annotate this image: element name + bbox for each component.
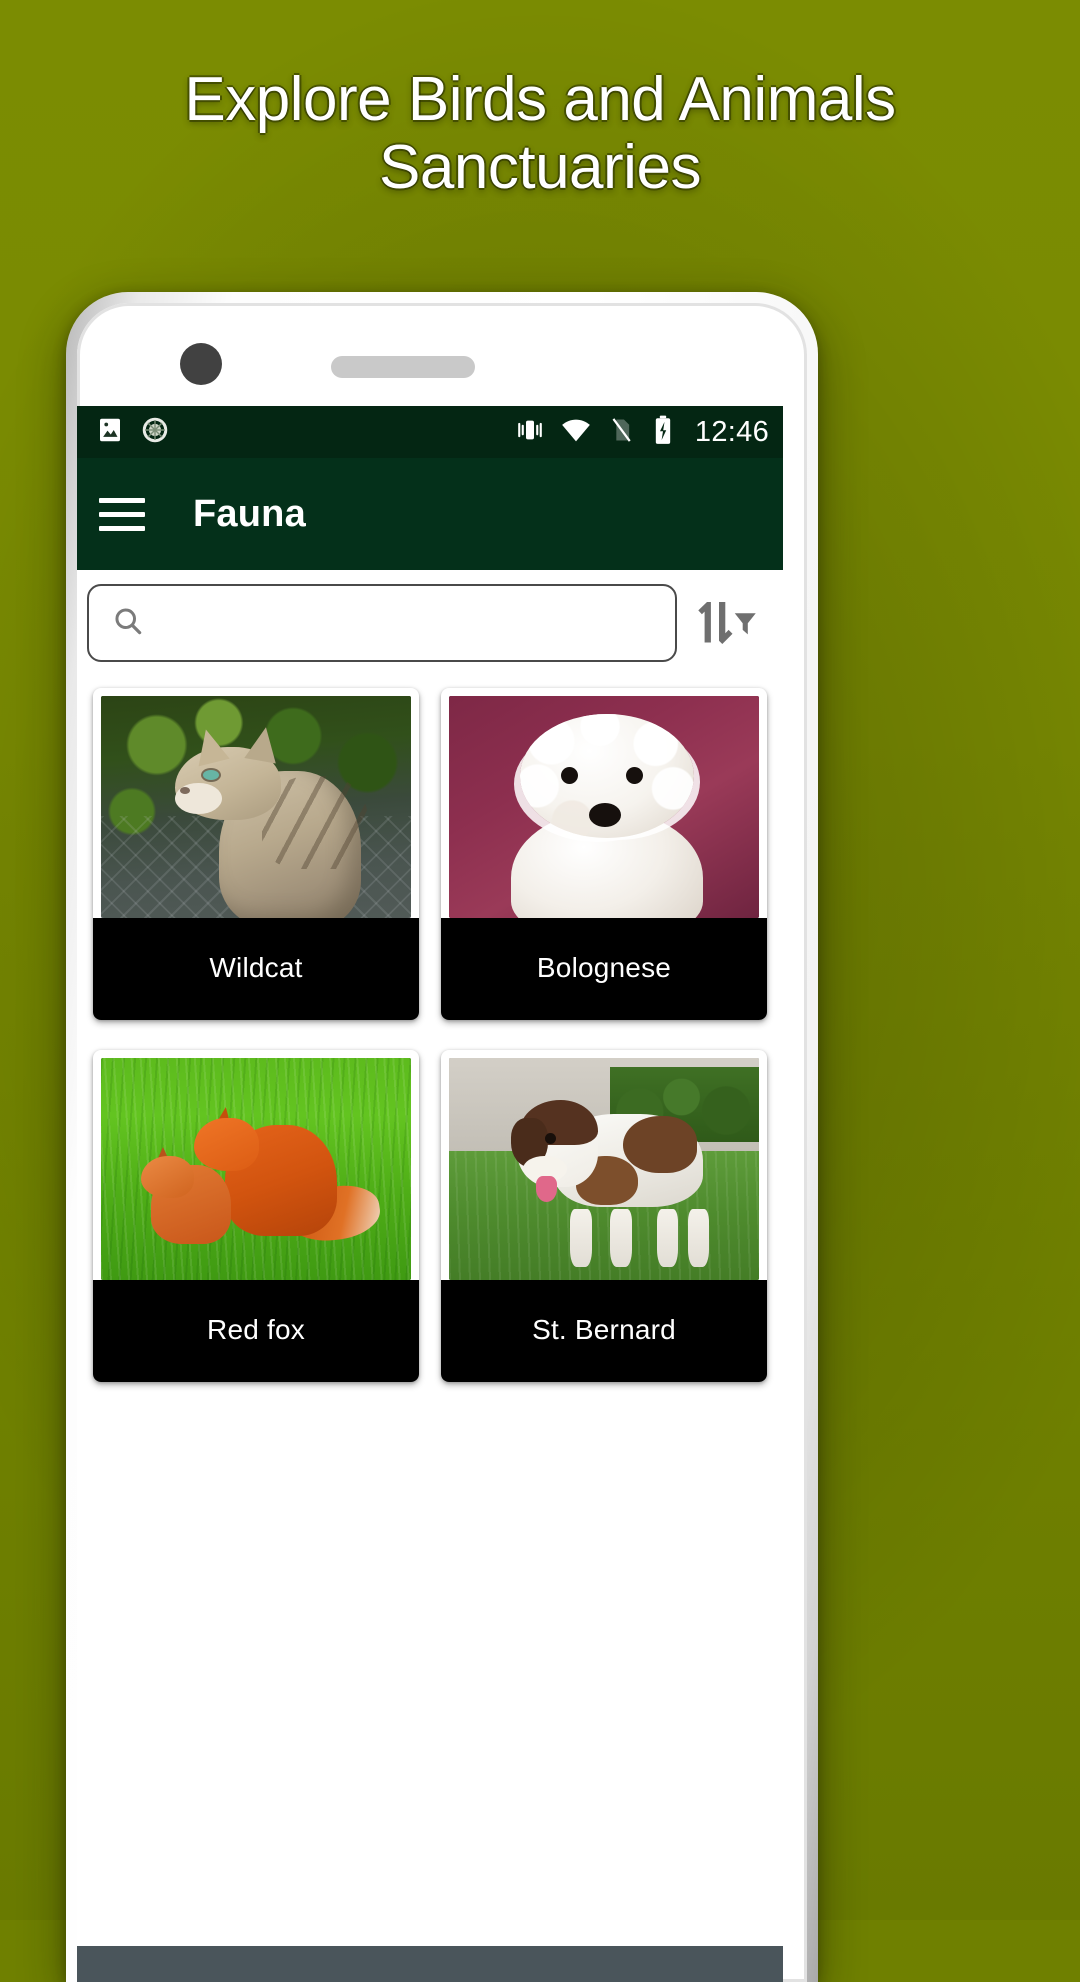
animal-card[interactable]: St. Bernard	[441, 1050, 767, 1382]
battery-charging-icon	[650, 415, 676, 450]
animal-card-label: Bolognese	[441, 918, 767, 1020]
animal-card-label: Red fox	[93, 1280, 419, 1382]
animal-thumbnail-bolognese	[449, 696, 759, 918]
hamburger-menu-icon[interactable]	[99, 486, 155, 542]
phone-inner-bezel: 12:46 Fauna Wildcat Bolognese Red fox St…	[77, 303, 807, 1982]
search-row	[77, 570, 783, 674]
animal-card[interactable]: Bolognese	[441, 688, 767, 1020]
vibrate-icon	[515, 415, 545, 450]
status-bar: 12:46	[77, 406, 783, 458]
phone-screen: 12:46 Fauna Wildcat Bolognese Red fox St…	[77, 406, 783, 1982]
animal-thumbnail-redfox	[101, 1058, 411, 1280]
menu-line	[99, 525, 145, 531]
animal-card[interactable]: Red fox	[93, 1050, 419, 1382]
search-icon	[111, 604, 145, 643]
image-icon	[95, 415, 125, 450]
sort-filter-icon[interactable]	[677, 584, 773, 662]
animal-card-label: Wildcat	[93, 918, 419, 1020]
search-input[interactable]	[161, 606, 653, 640]
front-camera-icon	[180, 343, 222, 385]
animal-card-grid: Wildcat Bolognese Red fox St. Bernard	[77, 674, 783, 1396]
animal-thumbnail-stbernard	[449, 1058, 759, 1280]
no-sim-icon	[607, 416, 635, 449]
phone-device-frame: 12:46 Fauna Wildcat Bolognese Red fox St…	[66, 292, 818, 1982]
earpiece-speaker	[331, 356, 475, 378]
sync-progress-icon	[141, 416, 169, 449]
menu-line	[99, 511, 145, 517]
wifi-icon	[560, 414, 592, 451]
app-title: Fauna	[193, 492, 306, 535]
menu-line	[99, 497, 145, 503]
animal-thumbnail-wildcat	[101, 696, 411, 918]
animal-card[interactable]: Wildcat	[93, 688, 419, 1020]
status-clock: 12:46	[694, 415, 769, 448]
bottom-strip	[77, 1946, 783, 1982]
app-bar: Fauna	[77, 458, 783, 570]
promo-headline: Explore Birds and Animals Sanctuaries	[184, 65, 896, 202]
search-field[interactable]	[87, 584, 677, 662]
animal-card-label: St. Bernard	[441, 1280, 767, 1382]
